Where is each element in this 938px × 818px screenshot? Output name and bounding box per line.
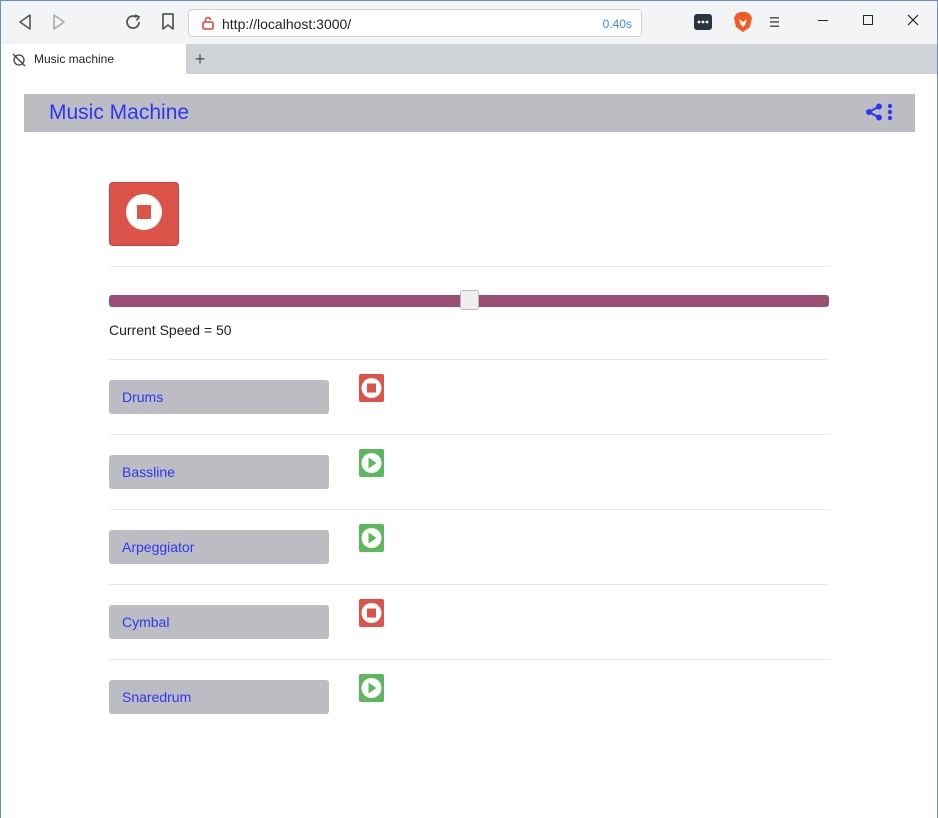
browser-window: http://localhost:3000/ 0.40s Music machi… <box>0 0 938 818</box>
instrument-row-snaredrum: Snaredrum <box>109 674 829 714</box>
address-bar[interactable]: http://localhost:3000/ 0.40s <box>188 9 642 37</box>
back-icon[interactable] <box>14 11 36 33</box>
tab-no-favicon-icon <box>12 53 26 67</box>
menu-icon[interactable] <box>764 11 786 33</box>
minimize-icon[interactable] <box>812 9 834 31</box>
instrument-label: Arpeggiator <box>122 539 195 555</box>
divider <box>109 359 829 360</box>
maximize-icon[interactable] <box>857 9 879 31</box>
instrument-button-arpeggiator[interactable]: Arpeggiator <box>109 530 329 564</box>
instrument-button-cymbal[interactable]: Cymbal <box>109 605 329 639</box>
divider <box>109 434 829 435</box>
forward-icon[interactable] <box>48 11 70 33</box>
app-title[interactable]: Music Machine <box>49 101 189 125</box>
bookmark-icon[interactable] <box>157 11 179 33</box>
page-content: Music Machine Current Speed = 50 Drums B… <box>1 74 937 818</box>
stop-icon[interactable] <box>359 599 384 627</box>
play-icon[interactable] <box>359 449 384 477</box>
tab-music-machine[interactable]: Music machine <box>1 44 186 74</box>
url-text[interactable]: http://localhost:3000/ <box>222 16 351 32</box>
extensions-icon[interactable] <box>692 11 714 33</box>
divider <box>109 584 829 585</box>
instrument-row-bassline: Bassline <box>109 449 829 489</box>
brave-shield-icon[interactable] <box>732 11 754 33</box>
navbar-icons <box>865 103 893 126</box>
instrument-button-bassline[interactable]: Bassline <box>109 455 329 489</box>
speed-slider-thumb[interactable] <box>459 290 479 310</box>
stop-icon[interactable] <box>359 374 384 402</box>
play-icon[interactable] <box>359 674 384 702</box>
instrument-button-drums[interactable]: Drums <box>109 380 329 414</box>
insecure-lock-icon[interactable] <box>201 16 215 30</box>
play-icon[interactable] <box>359 524 384 552</box>
instrument-label: Drums <box>122 389 164 405</box>
instrument-label: Bassline <box>122 464 175 480</box>
speed-label: Current Speed = 50 <box>109 322 232 338</box>
new-tab-button[interactable]: + <box>189 48 211 70</box>
instrument-button-snaredrum[interactable]: Snaredrum <box>109 680 329 714</box>
app-navbar: Music Machine <box>24 94 915 132</box>
instrument-row-cymbal: Cymbal <box>109 599 829 639</box>
stop-circle-icon <box>125 193 163 236</box>
tab-strip: Music machine + <box>1 44 937 74</box>
master-stop-button[interactable] <box>109 182 179 246</box>
instrument-label: Cymbal <box>122 614 170 630</box>
speed-slider[interactable] <box>109 290 829 310</box>
instrument-row-arpeggiator: Arpeggiator <box>109 524 829 564</box>
divider <box>109 509 829 510</box>
tab-title: Music machine <box>34 52 115 66</box>
instrument-row-drums: Drums <box>109 374 829 414</box>
share-icon[interactable] <box>865 103 883 126</box>
browser-toolbar: http://localhost:3000/ 0.40s <box>1 1 937 44</box>
close-icon[interactable] <box>902 9 924 31</box>
reload-icon[interactable] <box>122 11 144 33</box>
divider <box>109 659 829 660</box>
more-vertical-icon[interactable] <box>887 103 893 126</box>
divider <box>109 266 829 267</box>
instrument-label: Snaredrum <box>122 689 192 705</box>
load-time: 0.40s <box>602 17 632 31</box>
